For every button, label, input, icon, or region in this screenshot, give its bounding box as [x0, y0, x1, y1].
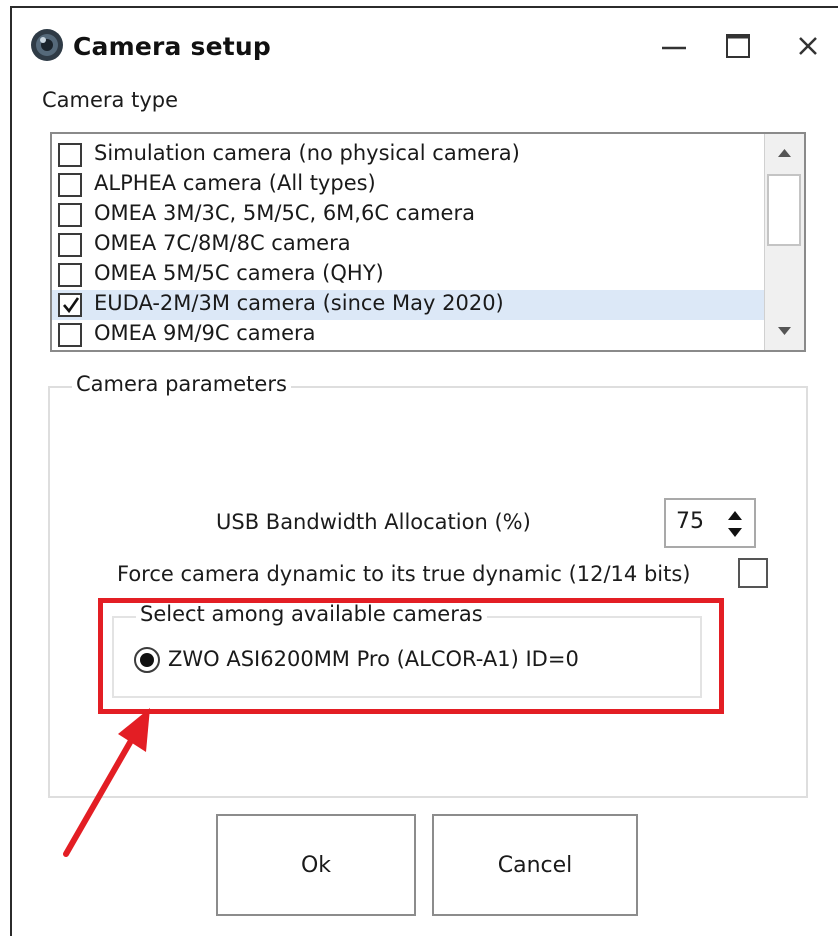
annotation-arrow-icon [63, 708, 150, 857]
stepper-down-icon[interactable] [724, 526, 746, 540]
camera-type-list[interactable]: Simulation camera (no physical camera) A… [50, 132, 806, 352]
list-item-checkbox[interactable] [58, 143, 82, 167]
list-item[interactable]: ALPHEA camera (All types) [52, 170, 764, 200]
list-item-selected[interactable]: EUDA-2M/3M camera (since May 2020) [52, 290, 764, 320]
list-item-checkbox[interactable] [58, 323, 82, 347]
scroll-thumb[interactable] [767, 174, 801, 246]
list-item-checkbox[interactable] [58, 263, 82, 287]
minimize-button[interactable] [652, 26, 696, 66]
scroll-down-button[interactable] [765, 312, 804, 350]
ok-button[interactable]: Ok [216, 814, 416, 916]
window-title: Camera setup [73, 32, 272, 61]
close-icon [799, 37, 817, 55]
list-item[interactable]: OMEA 5M/5C camera (QHY) [52, 260, 764, 290]
list-item-label: OMEA 9M/9C camera [94, 321, 316, 345]
maximize-button[interactable] [716, 26, 760, 66]
force-dynamic-label: Force camera dynamic to its true dynamic… [117, 562, 691, 586]
camera-parameters-legend: Camera parameters [72, 372, 291, 396]
list-item[interactable]: OMEA 7C/8M/8C camera [52, 230, 764, 260]
stepper-up-icon[interactable] [724, 508, 746, 522]
list-item-checkbox[interactable] [58, 173, 82, 197]
arrow-down-icon [778, 327, 791, 335]
list-item-label: OMEA 3M/3C, 5M/5C, 6M,6C camera [94, 201, 475, 225]
cancel-button[interactable]: Cancel [432, 814, 638, 916]
list-item-label: EUDA-2M/3M camera (since May 2020) [94, 291, 504, 315]
maximize-icon [726, 34, 750, 58]
camera-lens-icon [30, 28, 64, 62]
camera-setup-window: Camera setup Camera type Simulation came… [10, 6, 838, 936]
list-item-label: OMEA 7C/8M/8C camera [94, 231, 351, 255]
close-button[interactable] [786, 26, 830, 66]
list-item-checkbox[interactable] [58, 293, 82, 317]
list-item-label: ALPHEA camera (All types) [94, 171, 376, 195]
list-item-label: Simulation camera (no physical camera) [94, 141, 520, 165]
list-item[interactable]: OMEA 3M/3C, 5M/5C, 6M,6C camera [52, 200, 764, 230]
list-item[interactable]: Simulation camera (no physical camera) [52, 140, 764, 170]
list-item-checkbox[interactable] [58, 233, 82, 257]
list-item[interactable]: OMEA 9M/9C camera [52, 320, 764, 350]
force-dynamic-checkbox[interactable] [738, 558, 768, 588]
usb-bandwidth-value[interactable]: 75 [676, 509, 704, 534]
list-item-checkbox[interactable] [58, 203, 82, 227]
list-scrollbar[interactable] [764, 134, 804, 350]
annotation-highlight-box [98, 598, 724, 714]
title-bar: Camera setup [12, 8, 838, 90]
camera-type-label: Camera type [42, 88, 178, 112]
list-item-label: OMEA 5M/5C camera (QHY) [94, 261, 384, 285]
minimize-icon [662, 46, 686, 50]
scroll-up-button[interactable] [765, 134, 804, 172]
usb-bandwidth-stepper[interactable]: 75 [664, 498, 756, 548]
checkmark-icon [63, 297, 80, 314]
arrow-up-icon [778, 149, 791, 157]
usb-bandwidth-label: USB Bandwidth Allocation (%) [216, 510, 531, 534]
